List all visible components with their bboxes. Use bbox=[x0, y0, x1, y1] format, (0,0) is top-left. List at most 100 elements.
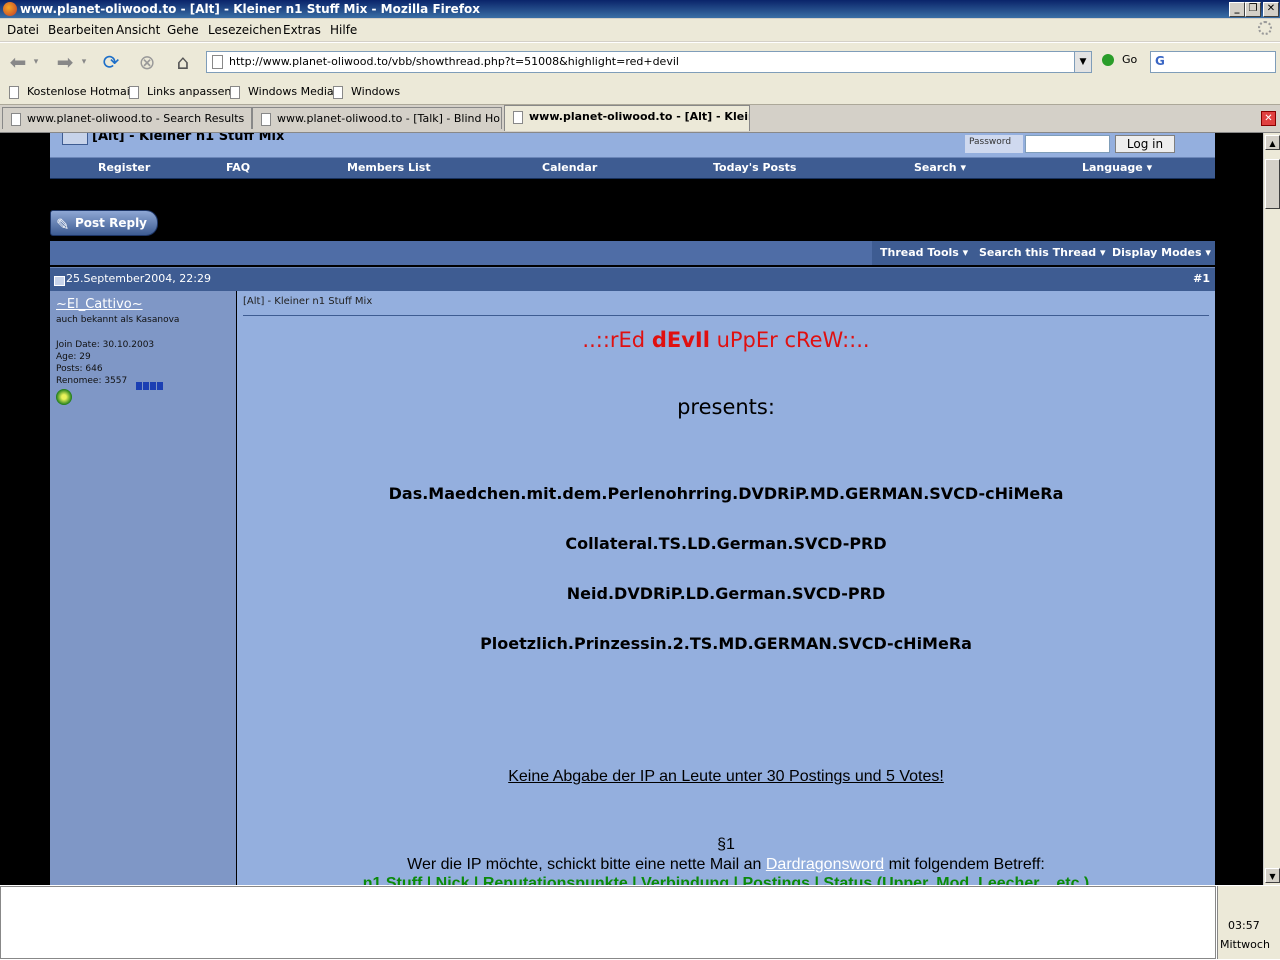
nav-register[interactable]: Register bbox=[98, 161, 150, 174]
url-dropdown-icon[interactable]: ▼ bbox=[1074, 52, 1091, 72]
close-tab-icon[interactable]: ✕ bbox=[1261, 111, 1276, 126]
page-icon bbox=[9, 85, 19, 99]
google-icon: G bbox=[1155, 54, 1165, 68]
post-date: 25.September2004, 22:29 bbox=[66, 272, 211, 285]
bookmark-label: Windows Media bbox=[248, 85, 334, 98]
rule-notice: Keine Abgabe der IP an Leute unter 30 Po… bbox=[508, 768, 944, 785]
post-number-link[interactable]: #1 bbox=[1193, 272, 1210, 285]
tab-talk-blind[interactable]: www.planet-oliwood.to - [Talk] - Blind H… bbox=[252, 107, 502, 129]
forward-icon[interactable]: ➡ bbox=[52, 49, 78, 75]
go-button[interactable]: Go bbox=[1102, 53, 1137, 66]
thread-tools-label: Thread Tools bbox=[880, 246, 959, 259]
post-header: 25.September2004, 22:29 #1 bbox=[50, 267, 1215, 291]
window-title: www.planet-oliwood.to - [Alt] - Kleiner … bbox=[20, 2, 481, 16]
nav-calendar[interactable]: Calendar bbox=[542, 161, 597, 174]
page-content: [Alt] - Kleiner n1 Stuff Mix Password Lo… bbox=[0, 133, 1263, 885]
scroll-up-icon[interactable]: ▲ bbox=[1265, 135, 1280, 150]
crew-prefix: ..::rEd bbox=[582, 328, 652, 352]
throbber-icon bbox=[1258, 21, 1272, 35]
restore-icon[interactable]: ❐ bbox=[1245, 2, 1261, 17]
nav-language[interactable]: Language ▾ bbox=[1082, 161, 1152, 174]
menu-extras[interactable]: Extras bbox=[283, 23, 321, 37]
page-icon bbox=[11, 113, 21, 126]
menu-bar: Datei Bearbeiten Ansicht Gehe Lesezeiche… bbox=[0, 19, 1280, 41]
pencil-icon: ✎ bbox=[56, 215, 70, 234]
forum-nav-bar: Register FAQ Members List Calendar Today… bbox=[50, 157, 1215, 179]
reload-icon[interactable]: ⟳ bbox=[98, 49, 124, 75]
thread-title-top: [Alt] - Kleiner n1 Stuff Mix bbox=[92, 133, 285, 144]
nav-search[interactable]: Search ▾ bbox=[914, 161, 966, 174]
password-label: Password bbox=[965, 135, 1023, 153]
mail-text-before: Wer die IP möchte, schickt bitte eine ne… bbox=[407, 856, 766, 873]
reputation-bar bbox=[136, 379, 166, 390]
url-input[interactable] bbox=[229, 53, 1069, 69]
home-icon[interactable]: ⌂ bbox=[170, 49, 196, 75]
minimize-icon[interactable]: _ bbox=[1229, 2, 1245, 17]
post-divider bbox=[243, 315, 1209, 316]
nav-todays-posts[interactable]: Today's Posts bbox=[713, 161, 796, 174]
post-status-icon bbox=[54, 276, 65, 286]
menu-gehe[interactable]: Gehe bbox=[167, 23, 199, 37]
bookmark-item[interactable]: Links anpassen bbox=[129, 85, 231, 99]
page-icon bbox=[261, 113, 271, 126]
nav-search-label: Search bbox=[914, 161, 957, 174]
address-bar[interactable]: ▼ bbox=[206, 51, 1092, 73]
page-icon bbox=[129, 85, 139, 99]
tools-spacer bbox=[50, 241, 872, 265]
bookmark-label: Windows bbox=[351, 85, 401, 98]
menu-hilfe[interactable]: Hilfe bbox=[330, 23, 357, 37]
tab-bar: www.planet-oliwood.to - Search Results w… bbox=[0, 105, 1280, 133]
clock-time: 03:57 bbox=[1228, 919, 1260, 932]
stop-icon[interactable]: ⊗ bbox=[134, 49, 160, 75]
password-field[interactable] bbox=[1025, 135, 1110, 153]
scroll-down-icon[interactable]: ▼ bbox=[1265, 868, 1280, 883]
display-modes-menu[interactable]: Display Modes ▾ bbox=[1112, 246, 1211, 259]
chevron-down-icon: ▾ bbox=[962, 246, 969, 259]
menu-ansicht[interactable]: Ansicht bbox=[116, 23, 160, 37]
thread-tools-menu[interactable]: Thread Tools ▾ bbox=[880, 246, 968, 259]
post-reply-button[interactable]: ✎ Post Reply bbox=[50, 210, 158, 236]
back-icon[interactable]: ⬅ bbox=[5, 49, 31, 75]
tab-active-thread[interactable]: www.planet-oliwood.to - [Alt] - Klein... bbox=[504, 105, 750, 131]
scroll-thumb[interactable] bbox=[1265, 159, 1280, 209]
crew-devil: dEvIl bbox=[651, 328, 710, 352]
username-link[interactable]: ~El_Cattivo~ bbox=[56, 297, 143, 312]
back-dropdown-icon[interactable]: ▾ bbox=[30, 49, 42, 75]
window-title-bar: www.planet-oliwood.to - [Alt] - Kleiner … bbox=[0, 0, 1280, 18]
folder-icon bbox=[62, 133, 88, 145]
menu-lesezeichen[interactable]: Lesezeichen bbox=[208, 23, 282, 37]
bookmark-item[interactable]: Windows bbox=[333, 85, 400, 99]
nav-faq[interactable]: FAQ bbox=[226, 161, 250, 174]
avatar bbox=[56, 389, 72, 405]
page-icon bbox=[513, 111, 523, 124]
close-icon[interactable]: ✕ bbox=[1263, 2, 1279, 17]
menu-datei[interactable]: Datei bbox=[7, 23, 39, 37]
page-icon bbox=[230, 85, 240, 99]
tab-label: www.planet-oliwood.to - [Alt] - Klein... bbox=[529, 110, 750, 123]
bookmark-item[interactable]: Kostenlose Hotmail bbox=[9, 85, 133, 99]
menu-bearbeiten[interactable]: Bearbeiten bbox=[48, 23, 114, 37]
go-label: Go bbox=[1122, 53, 1138, 66]
vertical-scrollbar[interactable]: ▲ ▼ bbox=[1263, 133, 1280, 885]
tab-search-results[interactable]: www.planet-oliwood.to - Search Results bbox=[2, 107, 252, 129]
search-input[interactable]: G bbox=[1150, 51, 1276, 73]
thread-tools-bar: Thread Tools ▾ Search this Thread ▾ Disp… bbox=[50, 241, 1215, 265]
crew-banner: ..::rEd dEvIl uPpEr cReW::.. bbox=[237, 328, 1215, 352]
status-panel bbox=[0, 886, 1216, 959]
nav-language-label: Language bbox=[1082, 161, 1143, 174]
crew-suffix: uPpEr cReW::.. bbox=[709, 328, 870, 352]
chevron-down-icon: ▾ bbox=[1100, 246, 1106, 259]
release-line: Collateral.TS.LD.German.SVCD-PRD bbox=[565, 534, 887, 553]
nav-members-list[interactable]: Members List bbox=[347, 161, 431, 174]
tab-label: www.planet-oliwood.to - Search Results bbox=[27, 112, 245, 125]
login-button[interactable]: Log in bbox=[1115, 135, 1175, 153]
search-thread-menu[interactable]: Search this Thread ▾ bbox=[979, 246, 1106, 259]
user-title: auch bekannt als Kasanova bbox=[56, 315, 180, 325]
forward-dropdown-icon[interactable]: ▾ bbox=[78, 49, 90, 75]
post-body: [Alt] - Kleiner n1 Stuff Mix ..::rEd dEv… bbox=[237, 291, 1215, 885]
release-line: Ploetzlich.Prinzessin.2.TS.MD.GERMAN.SVC… bbox=[480, 634, 972, 653]
user-info-panel: ~El_Cattivo~ auch bekannt als Kasanova J… bbox=[50, 291, 236, 885]
bookmark-item[interactable]: Windows Media bbox=[230, 85, 334, 99]
mail-link[interactable]: Dardragonsword bbox=[766, 856, 884, 873]
tab-label: www.planet-oliwood.to - [Talk] - Blind H… bbox=[277, 112, 502, 125]
